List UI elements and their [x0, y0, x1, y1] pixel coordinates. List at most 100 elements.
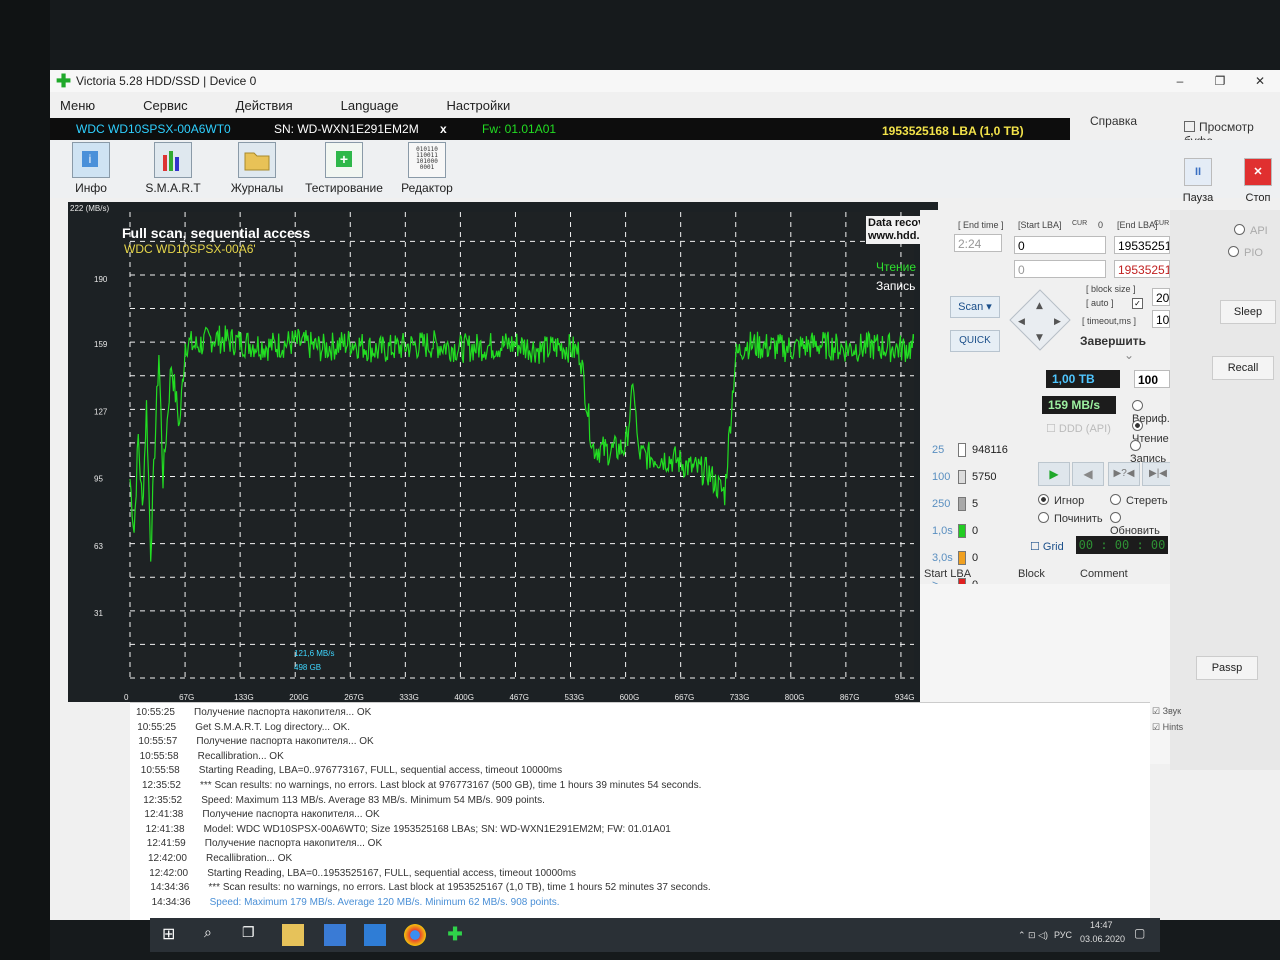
action-fix-radio[interactable]: Починить	[1038, 512, 1103, 525]
sound-checkbox[interactable]: ☑ Звук	[1152, 706, 1181, 717]
log-text: Получение паспорта накопителя... OK	[196, 736, 374, 748]
monitor-bezel	[0, 0, 50, 960]
tray-icons[interactable]: ⌃ ⊡ ◁)	[1018, 930, 1048, 941]
menu-help[interactable]: Справка	[1090, 114, 1137, 128]
ddd-api-checkbox[interactable]: ☐ DDD (API)	[1046, 422, 1111, 435]
drive-close-button[interactable]: x	[440, 118, 447, 140]
search-icon[interactable]: ⌕	[204, 924, 226, 946]
minimize-button[interactable]: –	[1160, 70, 1200, 92]
log-line: 10:55:58 Recallibration... OK	[140, 751, 284, 762]
x-tick-label: 133G	[234, 693, 254, 700]
finish-action-select[interactable]: Завершить ⌄	[1080, 334, 1170, 362]
tab-testing[interactable]: + Тестирование	[302, 142, 386, 196]
y-tick-label: 63	[94, 542, 103, 551]
log-time: 10:55:57	[138, 736, 178, 748]
recall-button[interactable]: Recall	[1212, 356, 1274, 380]
menu-settings[interactable]: Настройки	[446, 94, 510, 116]
menu-bar: Меню Сервис Действия Language Настройки	[50, 94, 1280, 116]
action-refresh-radio[interactable]: Обновить	[1110, 512, 1170, 537]
pio-radio[interactable]: PIO	[1228, 246, 1263, 259]
x-tick-label: 0	[124, 693, 129, 700]
menu-language[interactable]: Language	[341, 94, 399, 116]
folder-icon	[238, 142, 276, 178]
victoria-app-icon[interactable]: ✚	[444, 924, 466, 946]
pause-button[interactable]: II Пауза	[1168, 158, 1228, 204]
chrome-icon[interactable]	[404, 924, 426, 946]
log-time: 12:41:59	[146, 838, 186, 850]
counter-label: 25	[932, 444, 945, 456]
api-radio[interactable]: API	[1234, 224, 1268, 237]
store-icon[interactable]	[324, 924, 346, 946]
start-lba-label: [Start LBA]	[1018, 220, 1062, 230]
app-cross-icon: ✚	[56, 71, 72, 91]
x-tick-label: 600G	[620, 693, 640, 700]
start-cur-button[interactable]: CUR	[1072, 220, 1087, 227]
hints-checkbox[interactable]: ☑ Hints	[1152, 722, 1183, 733]
event-log[interactable]: 10:55:25 Получение паспорта накопителя...…	[130, 702, 1150, 920]
counter-color-swatch	[958, 470, 966, 484]
play-button[interactable]: ▶	[1038, 462, 1070, 486]
start-lba-field[interactable]: 0	[1014, 236, 1106, 254]
tab-info[interactable]: i Инфо	[56, 142, 126, 196]
back-button[interactable]: ◀	[1072, 462, 1104, 486]
scan-button[interactable]: Scan ▾	[950, 296, 1000, 318]
action-erase-radio[interactable]: Стереть	[1110, 494, 1168, 507]
timeout-select[interactable]: 10000	[1152, 310, 1170, 328]
close-button[interactable]: ✕	[1240, 70, 1280, 92]
tab-editor[interactable]: 010110 110011 101000 0001 Редактор	[392, 142, 462, 196]
auto-label: [ auto ]	[1086, 298, 1114, 308]
sound-label: Звук	[1162, 706, 1182, 716]
sleep-button[interactable]: Sleep	[1220, 300, 1276, 324]
menu-main[interactable]: Меню	[60, 94, 95, 116]
y-tick-label: 127	[94, 407, 108, 416]
end-time-field[interactable]: 2:24	[954, 234, 1002, 252]
log-time: 12:42:00	[149, 867, 189, 879]
quick-button[interactable]: QUICK	[950, 330, 1000, 352]
pause-icon: II	[1184, 158, 1212, 186]
log-text: Recallibration... OK	[206, 853, 293, 864]
mail-icon[interactable]	[364, 924, 386, 946]
marker-speed: 121,6 MB/s	[294, 649, 335, 658]
file-explorer-icon[interactable]	[282, 924, 304, 946]
counter-color-swatch	[958, 551, 966, 565]
skip-question-icon: ▶?◀	[1113, 468, 1135, 479]
keyboard-language[interactable]: РУС	[1054, 930, 1072, 940]
x-tick-label: 533G	[565, 693, 585, 700]
x-tick-label: 934G	[895, 693, 914, 700]
menu-actions[interactable]: Действия	[236, 94, 293, 116]
x-tick-label: 733G	[730, 693, 750, 700]
notifications-icon[interactable]: ▢	[1134, 926, 1145, 940]
grid-checkbox[interactable]: ☐ Grid	[1030, 540, 1064, 553]
log-time: 10:55:25	[136, 707, 175, 718]
legend-read-label: Чтение	[876, 260, 917, 274]
log-time: 12:35:52	[143, 794, 183, 806]
start-windows-icon[interactable]: ⊞	[162, 924, 184, 946]
counter-label: 250	[932, 498, 951, 510]
tab-logs[interactable]: Журналы	[222, 142, 292, 196]
counter-color-swatch	[958, 497, 966, 511]
skip-unknown-button[interactable]: ▶?◀	[1108, 462, 1140, 486]
y-tick-label: 95	[94, 475, 103, 484]
end-cur-button[interactable]: CUR	[1154, 220, 1169, 227]
log-line: 12:42:00 Recallibration... OK	[148, 853, 292, 864]
direction-pad[interactable]: ▲ ▼ ◀ ▶	[1008, 288, 1072, 352]
test-plus-icon: +	[325, 142, 363, 178]
tab-smart[interactable]: S.M.A.R.T	[138, 142, 208, 196]
svg-text:◀: ◀	[1018, 317, 1025, 327]
action-ignore-radio[interactable]: Игнор	[1038, 494, 1084, 507]
log-line: 12:41:38 Model: WDC WD10SPSX-00A6WT0; Siz…	[146, 824, 671, 835]
stop-button[interactable]: ✕ Стоп	[1228, 158, 1280, 204]
block-size-select[interactable]: 2048	[1152, 288, 1170, 306]
passp-button[interactable]: Passp	[1196, 656, 1258, 680]
task-view-icon[interactable]: ❐	[242, 924, 264, 946]
end-lba-current: 1953525167	[1114, 260, 1170, 278]
drive-model[interactable]: WDC WD10SPSX-00A6WT0	[76, 118, 231, 140]
menu-service[interactable]: Сервис	[143, 94, 188, 116]
clock-time[interactable]: 14:47	[1090, 920, 1113, 930]
speed-plot: 31 63 95 127 159 190 0 67G 133G 200G 267G 333G 400G 4…	[94, 212, 914, 700]
clock-date[interactable]: 03.06.2020	[1080, 934, 1125, 944]
auto-checkbox[interactable]: ✓	[1132, 298, 1143, 309]
maximize-button[interactable]: ❐	[1200, 70, 1240, 92]
end-lba-field[interactable]: 1953525167	[1114, 236, 1170, 254]
log-time: 12:35:52	[142, 780, 181, 791]
